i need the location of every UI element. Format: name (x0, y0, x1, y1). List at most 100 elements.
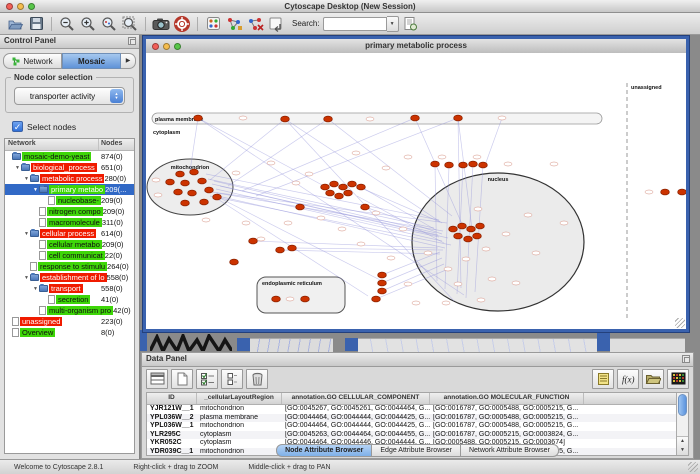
zoom-fit-button[interactable] (121, 15, 139, 33)
graph-node-label[interactable] (504, 162, 512, 166)
attribute-browser-tab[interactable]: Node Attribute Browser (276, 444, 372, 457)
graph-node[interactable] (454, 115, 463, 121)
graph-node[interactable] (459, 162, 468, 168)
graph-node[interactable] (276, 247, 285, 253)
zoom-selected-button[interactable] (100, 15, 118, 33)
table-column-header[interactable]: annotation.GO MOLECULAR_FUNCTION (430, 393, 584, 404)
graph-node-label[interactable] (372, 211, 380, 215)
graph-node-label[interactable] (338, 227, 346, 231)
graph-node-label[interactable] (488, 277, 496, 281)
graph-node[interactable] (378, 280, 387, 286)
network-snapshot-button[interactable] (152, 15, 170, 33)
graph-node-label[interactable] (560, 221, 568, 225)
graph-node[interactable] (166, 179, 175, 185)
graph-node-label[interactable] (412, 301, 420, 305)
save-session-button[interactable] (27, 15, 45, 33)
graph-node[interactable] (181, 180, 190, 186)
graph-node-label[interactable] (387, 256, 395, 260)
graph-node-label[interactable] (292, 181, 300, 185)
create-network-button[interactable] (225, 15, 243, 33)
expand-arrow-icon[interactable]: ▼ (32, 187, 39, 193)
graph-node[interactable] (348, 181, 357, 187)
graph-node[interactable] (174, 189, 183, 195)
graph-node[interactable] (378, 272, 387, 278)
notes-button[interactable] (592, 369, 614, 389)
tree-row[interactable]: nucleobase-209(0) (5, 195, 134, 206)
table-row[interactable]: YPL036W__2plasma membrane[GO:0044464, GO… (147, 414, 688, 423)
tree-row[interactable]: ▼establishment of lo558(0) (5, 272, 134, 283)
tab-overflow-button[interactable]: ▶ (121, 53, 136, 69)
graph-node-label[interactable] (474, 207, 482, 211)
graph-node[interactable] (200, 199, 209, 205)
tree-row[interactable]: response to stimulu264(0) (5, 261, 134, 272)
tree-column-network[interactable]: Network (5, 139, 99, 150)
graph-node[interactable] (357, 184, 366, 190)
graph-edge[interactable] (484, 118, 502, 168)
deselect-attributes-button[interactable] (221, 369, 243, 389)
graph-node[interactable] (372, 296, 381, 302)
expand-arrow-icon[interactable]: ▼ (32, 286, 39, 292)
graph-node[interactable] (198, 178, 207, 184)
graph-node[interactable] (188, 190, 197, 196)
network-canvas[interactable]: plasma membrane cytoplasm mitochondrion … (146, 53, 686, 329)
attribute-browser-tab[interactable]: Edge Attribute Browser (372, 444, 461, 457)
graph-node-label[interactable] (550, 162, 558, 166)
matrix-view-button[interactable] (667, 369, 689, 389)
tab-mosaic[interactable]: Mosaic (62, 53, 121, 69)
expand-arrow-icon[interactable]: ▼ (23, 231, 30, 237)
graph-node-label[interactable] (462, 257, 470, 261)
graph-node[interactable] (296, 204, 305, 210)
vizmapper-button[interactable] (204, 15, 222, 33)
graph-node[interactable] (464, 236, 473, 242)
graph-node-label[interactable] (352, 151, 360, 155)
graph-node[interactable] (661, 189, 670, 195)
graph-node[interactable] (272, 296, 281, 302)
zoom-out-button[interactable] (58, 15, 76, 33)
graph-node[interactable] (230, 259, 239, 265)
graph-node[interactable] (335, 193, 344, 199)
graph-node-label[interactable] (239, 116, 247, 120)
import-network-button[interactable] (267, 15, 285, 33)
zoom-in-button[interactable] (79, 15, 97, 33)
graph-node[interactable] (281, 116, 290, 122)
graph-node-label[interactable] (242, 221, 250, 225)
help-button[interactable] (173, 15, 191, 33)
tree-row[interactable]: ▼primary metabo209(... (5, 184, 134, 195)
graph-node[interactable] (411, 115, 420, 121)
search-input[interactable] (323, 17, 387, 31)
graph-node-label[interactable] (424, 251, 432, 255)
node-color-attribute-select[interactable]: transporter activity ▲▼ (14, 87, 125, 105)
create-attribute-button[interactable] (171, 369, 193, 389)
tree-row[interactable]: ▼cellular process614(0) (5, 228, 134, 239)
graph-node[interactable] (479, 162, 488, 168)
table-column-header[interactable]: annotation.GO CELLULAR_COMPONENT (282, 393, 430, 404)
enhanced-search-button[interactable] (402, 15, 420, 33)
graph-edge[interactable] (210, 119, 285, 180)
graph-node[interactable] (431, 161, 440, 167)
graph-node-label[interactable] (286, 297, 294, 301)
function-builder-button[interactable]: f(x) (617, 369, 639, 389)
graph-node[interactable] (330, 181, 339, 187)
graph-node[interactable] (445, 162, 454, 168)
expand-arrow-icon[interactable]: ▼ (23, 176, 30, 182)
tree-row[interactable]: ▼transport558(0) (5, 283, 134, 294)
select-attributes-button[interactable] (196, 369, 218, 389)
graph-node-label[interactable] (399, 227, 407, 231)
tree-row[interactable]: ▼metabolic process280(0) (5, 173, 134, 184)
graph-node-label[interactable] (284, 221, 292, 225)
table-column-header[interactable]: _cellularLayoutRegion (197, 393, 282, 404)
graph-node-label[interactable] (202, 218, 210, 222)
graph-node-label[interactable] (645, 190, 653, 194)
graph-node-label[interactable] (257, 237, 265, 241)
delete-attribute-button[interactable] (246, 369, 268, 389)
select-nodes-checkbox[interactable]: ✓ Select nodes (12, 121, 139, 132)
graph-edge[interactable] (210, 196, 451, 245)
graph-node[interactable] (301, 296, 310, 302)
graph-node-label[interactable] (512, 281, 520, 285)
graph-node[interactable] (213, 194, 222, 200)
graph-node-label[interactable] (502, 232, 510, 236)
graph-node[interactable] (321, 184, 330, 190)
graph-node[interactable] (326, 190, 335, 196)
graph-node[interactable] (454, 233, 463, 239)
graph-node-label[interactable] (442, 301, 450, 305)
